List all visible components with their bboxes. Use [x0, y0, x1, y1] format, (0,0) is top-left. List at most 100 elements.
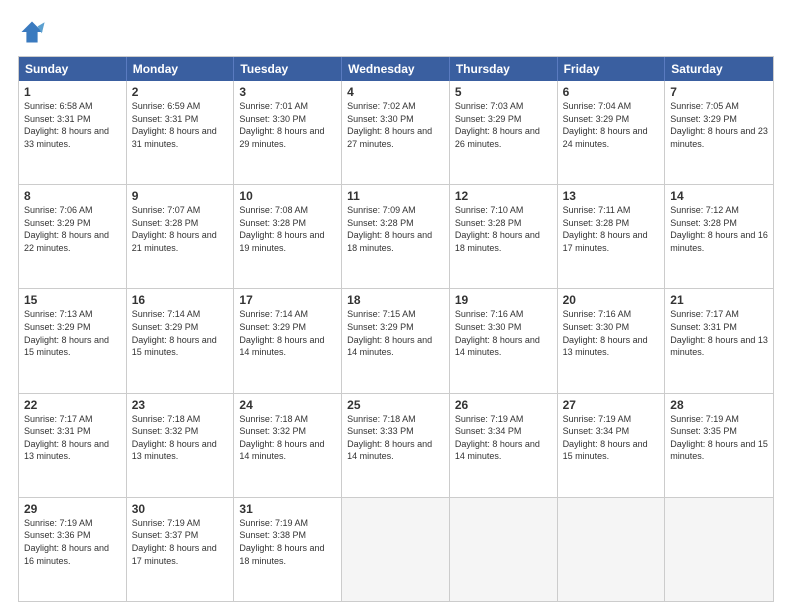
day-number: 26: [455, 398, 552, 412]
day-number: 7: [670, 85, 768, 99]
sun-info: Sunrise: 7:17 AMSunset: 3:31 PMDaylight:…: [670, 308, 768, 358]
day-cell-16: 16Sunrise: 7:14 AMSunset: 3:29 PMDayligh…: [127, 289, 235, 392]
sun-info: Sunrise: 7:09 AMSunset: 3:28 PMDaylight:…: [347, 204, 444, 254]
empty-cell: [558, 498, 666, 601]
sun-info: Sunrise: 7:10 AMSunset: 3:28 PMDaylight:…: [455, 204, 552, 254]
day-number: 13: [563, 189, 660, 203]
day-cell-4: 4Sunrise: 7:02 AMSunset: 3:30 PMDaylight…: [342, 81, 450, 184]
sun-info: Sunrise: 7:05 AMSunset: 3:29 PMDaylight:…: [670, 100, 768, 150]
sun-info: Sunrise: 6:58 AMSunset: 3:31 PMDaylight:…: [24, 100, 121, 150]
day-cell-1: 1Sunrise: 6:58 AMSunset: 3:31 PMDaylight…: [19, 81, 127, 184]
sun-info: Sunrise: 7:19 AMSunset: 3:34 PMDaylight:…: [563, 413, 660, 463]
day-cell-29: 29Sunrise: 7:19 AMSunset: 3:36 PMDayligh…: [19, 498, 127, 601]
day-cell-30: 30Sunrise: 7:19 AMSunset: 3:37 PMDayligh…: [127, 498, 235, 601]
day-number: 11: [347, 189, 444, 203]
sun-info: Sunrise: 7:03 AMSunset: 3:29 PMDaylight:…: [455, 100, 552, 150]
day-number: 15: [24, 293, 121, 307]
day-header-saturday: Saturday: [665, 57, 773, 81]
day-cell-13: 13Sunrise: 7:11 AMSunset: 3:28 PMDayligh…: [558, 185, 666, 288]
calendar-header: SundayMondayTuesdayWednesdayThursdayFrid…: [19, 57, 773, 81]
day-number: 8: [24, 189, 121, 203]
sun-info: Sunrise: 7:14 AMSunset: 3:29 PMDaylight:…: [239, 308, 336, 358]
sun-info: Sunrise: 7:11 AMSunset: 3:28 PMDaylight:…: [563, 204, 660, 254]
sun-info: Sunrise: 7:16 AMSunset: 3:30 PMDaylight:…: [455, 308, 552, 358]
day-number: 5: [455, 85, 552, 99]
day-cell-23: 23Sunrise: 7:18 AMSunset: 3:32 PMDayligh…: [127, 394, 235, 497]
day-cell-18: 18Sunrise: 7:15 AMSunset: 3:29 PMDayligh…: [342, 289, 450, 392]
sun-info: Sunrise: 7:15 AMSunset: 3:29 PMDaylight:…: [347, 308, 444, 358]
day-number: 10: [239, 189, 336, 203]
header: [18, 18, 774, 46]
day-number: 3: [239, 85, 336, 99]
day-cell-17: 17Sunrise: 7:14 AMSunset: 3:29 PMDayligh…: [234, 289, 342, 392]
general-blue-icon: [18, 18, 46, 46]
day-cell-11: 11Sunrise: 7:09 AMSunset: 3:28 PMDayligh…: [342, 185, 450, 288]
empty-cell: [665, 498, 773, 601]
calendar-week-4: 22Sunrise: 7:17 AMSunset: 3:31 PMDayligh…: [19, 393, 773, 497]
day-number: 17: [239, 293, 336, 307]
sun-info: Sunrise: 7:19 AMSunset: 3:37 PMDaylight:…: [132, 517, 229, 567]
sun-info: Sunrise: 7:17 AMSunset: 3:31 PMDaylight:…: [24, 413, 121, 463]
day-header-monday: Monday: [127, 57, 235, 81]
day-header-thursday: Thursday: [450, 57, 558, 81]
day-number: 28: [670, 398, 768, 412]
day-cell-24: 24Sunrise: 7:18 AMSunset: 3:32 PMDayligh…: [234, 394, 342, 497]
calendar-week-2: 8Sunrise: 7:06 AMSunset: 3:29 PMDaylight…: [19, 184, 773, 288]
day-number: 25: [347, 398, 444, 412]
day-cell-7: 7Sunrise: 7:05 AMSunset: 3:29 PMDaylight…: [665, 81, 773, 184]
sun-info: Sunrise: 7:08 AMSunset: 3:28 PMDaylight:…: [239, 204, 336, 254]
day-number: 12: [455, 189, 552, 203]
day-cell-3: 3Sunrise: 7:01 AMSunset: 3:30 PMDaylight…: [234, 81, 342, 184]
day-cell-10: 10Sunrise: 7:08 AMSunset: 3:28 PMDayligh…: [234, 185, 342, 288]
day-header-tuesday: Tuesday: [234, 57, 342, 81]
day-number: 2: [132, 85, 229, 99]
calendar: SundayMondayTuesdayWednesdayThursdayFrid…: [18, 56, 774, 602]
empty-cell: [450, 498, 558, 601]
day-cell-14: 14Sunrise: 7:12 AMSunset: 3:28 PMDayligh…: [665, 185, 773, 288]
day-number: 31: [239, 502, 336, 516]
calendar-week-1: 1Sunrise: 6:58 AMSunset: 3:31 PMDaylight…: [19, 81, 773, 184]
day-header-wednesday: Wednesday: [342, 57, 450, 81]
sun-info: Sunrise: 7:06 AMSunset: 3:29 PMDaylight:…: [24, 204, 121, 254]
day-cell-15: 15Sunrise: 7:13 AMSunset: 3:29 PMDayligh…: [19, 289, 127, 392]
calendar-body: 1Sunrise: 6:58 AMSunset: 3:31 PMDaylight…: [19, 81, 773, 601]
day-cell-6: 6Sunrise: 7:04 AMSunset: 3:29 PMDaylight…: [558, 81, 666, 184]
day-number: 22: [24, 398, 121, 412]
day-number: 14: [670, 189, 768, 203]
sun-info: Sunrise: 7:19 AMSunset: 3:38 PMDaylight:…: [239, 517, 336, 567]
sun-info: Sunrise: 7:13 AMSunset: 3:29 PMDaylight:…: [24, 308, 121, 358]
sun-info: Sunrise: 7:14 AMSunset: 3:29 PMDaylight:…: [132, 308, 229, 358]
page: SundayMondayTuesdayWednesdayThursdayFrid…: [0, 0, 792, 612]
day-number: 1: [24, 85, 121, 99]
day-cell-27: 27Sunrise: 7:19 AMSunset: 3:34 PMDayligh…: [558, 394, 666, 497]
day-cell-12: 12Sunrise: 7:10 AMSunset: 3:28 PMDayligh…: [450, 185, 558, 288]
day-cell-22: 22Sunrise: 7:17 AMSunset: 3:31 PMDayligh…: [19, 394, 127, 497]
day-cell-9: 9Sunrise: 7:07 AMSunset: 3:28 PMDaylight…: [127, 185, 235, 288]
sun-info: Sunrise: 7:18 AMSunset: 3:33 PMDaylight:…: [347, 413, 444, 463]
day-number: 6: [563, 85, 660, 99]
day-number: 30: [132, 502, 229, 516]
day-cell-26: 26Sunrise: 7:19 AMSunset: 3:34 PMDayligh…: [450, 394, 558, 497]
sun-info: Sunrise: 7:07 AMSunset: 3:28 PMDaylight:…: [132, 204, 229, 254]
day-number: 21: [670, 293, 768, 307]
day-number: 29: [24, 502, 121, 516]
logo: [18, 18, 50, 46]
day-cell-19: 19Sunrise: 7:16 AMSunset: 3:30 PMDayligh…: [450, 289, 558, 392]
sun-info: Sunrise: 7:16 AMSunset: 3:30 PMDaylight:…: [563, 308, 660, 358]
day-cell-21: 21Sunrise: 7:17 AMSunset: 3:31 PMDayligh…: [665, 289, 773, 392]
day-number: 20: [563, 293, 660, 307]
sun-info: Sunrise: 7:04 AMSunset: 3:29 PMDaylight:…: [563, 100, 660, 150]
day-cell-25: 25Sunrise: 7:18 AMSunset: 3:33 PMDayligh…: [342, 394, 450, 497]
calendar-week-3: 15Sunrise: 7:13 AMSunset: 3:29 PMDayligh…: [19, 288, 773, 392]
sun-info: Sunrise: 7:18 AMSunset: 3:32 PMDaylight:…: [132, 413, 229, 463]
sun-info: Sunrise: 7:19 AMSunset: 3:36 PMDaylight:…: [24, 517, 121, 567]
day-cell-8: 8Sunrise: 7:06 AMSunset: 3:29 PMDaylight…: [19, 185, 127, 288]
day-number: 27: [563, 398, 660, 412]
day-cell-31: 31Sunrise: 7:19 AMSunset: 3:38 PMDayligh…: [234, 498, 342, 601]
day-cell-2: 2Sunrise: 6:59 AMSunset: 3:31 PMDaylight…: [127, 81, 235, 184]
sun-info: Sunrise: 7:19 AMSunset: 3:35 PMDaylight:…: [670, 413, 768, 463]
day-header-friday: Friday: [558, 57, 666, 81]
sun-info: Sunrise: 7:19 AMSunset: 3:34 PMDaylight:…: [455, 413, 552, 463]
sun-info: Sunrise: 7:02 AMSunset: 3:30 PMDaylight:…: [347, 100, 444, 150]
day-number: 23: [132, 398, 229, 412]
